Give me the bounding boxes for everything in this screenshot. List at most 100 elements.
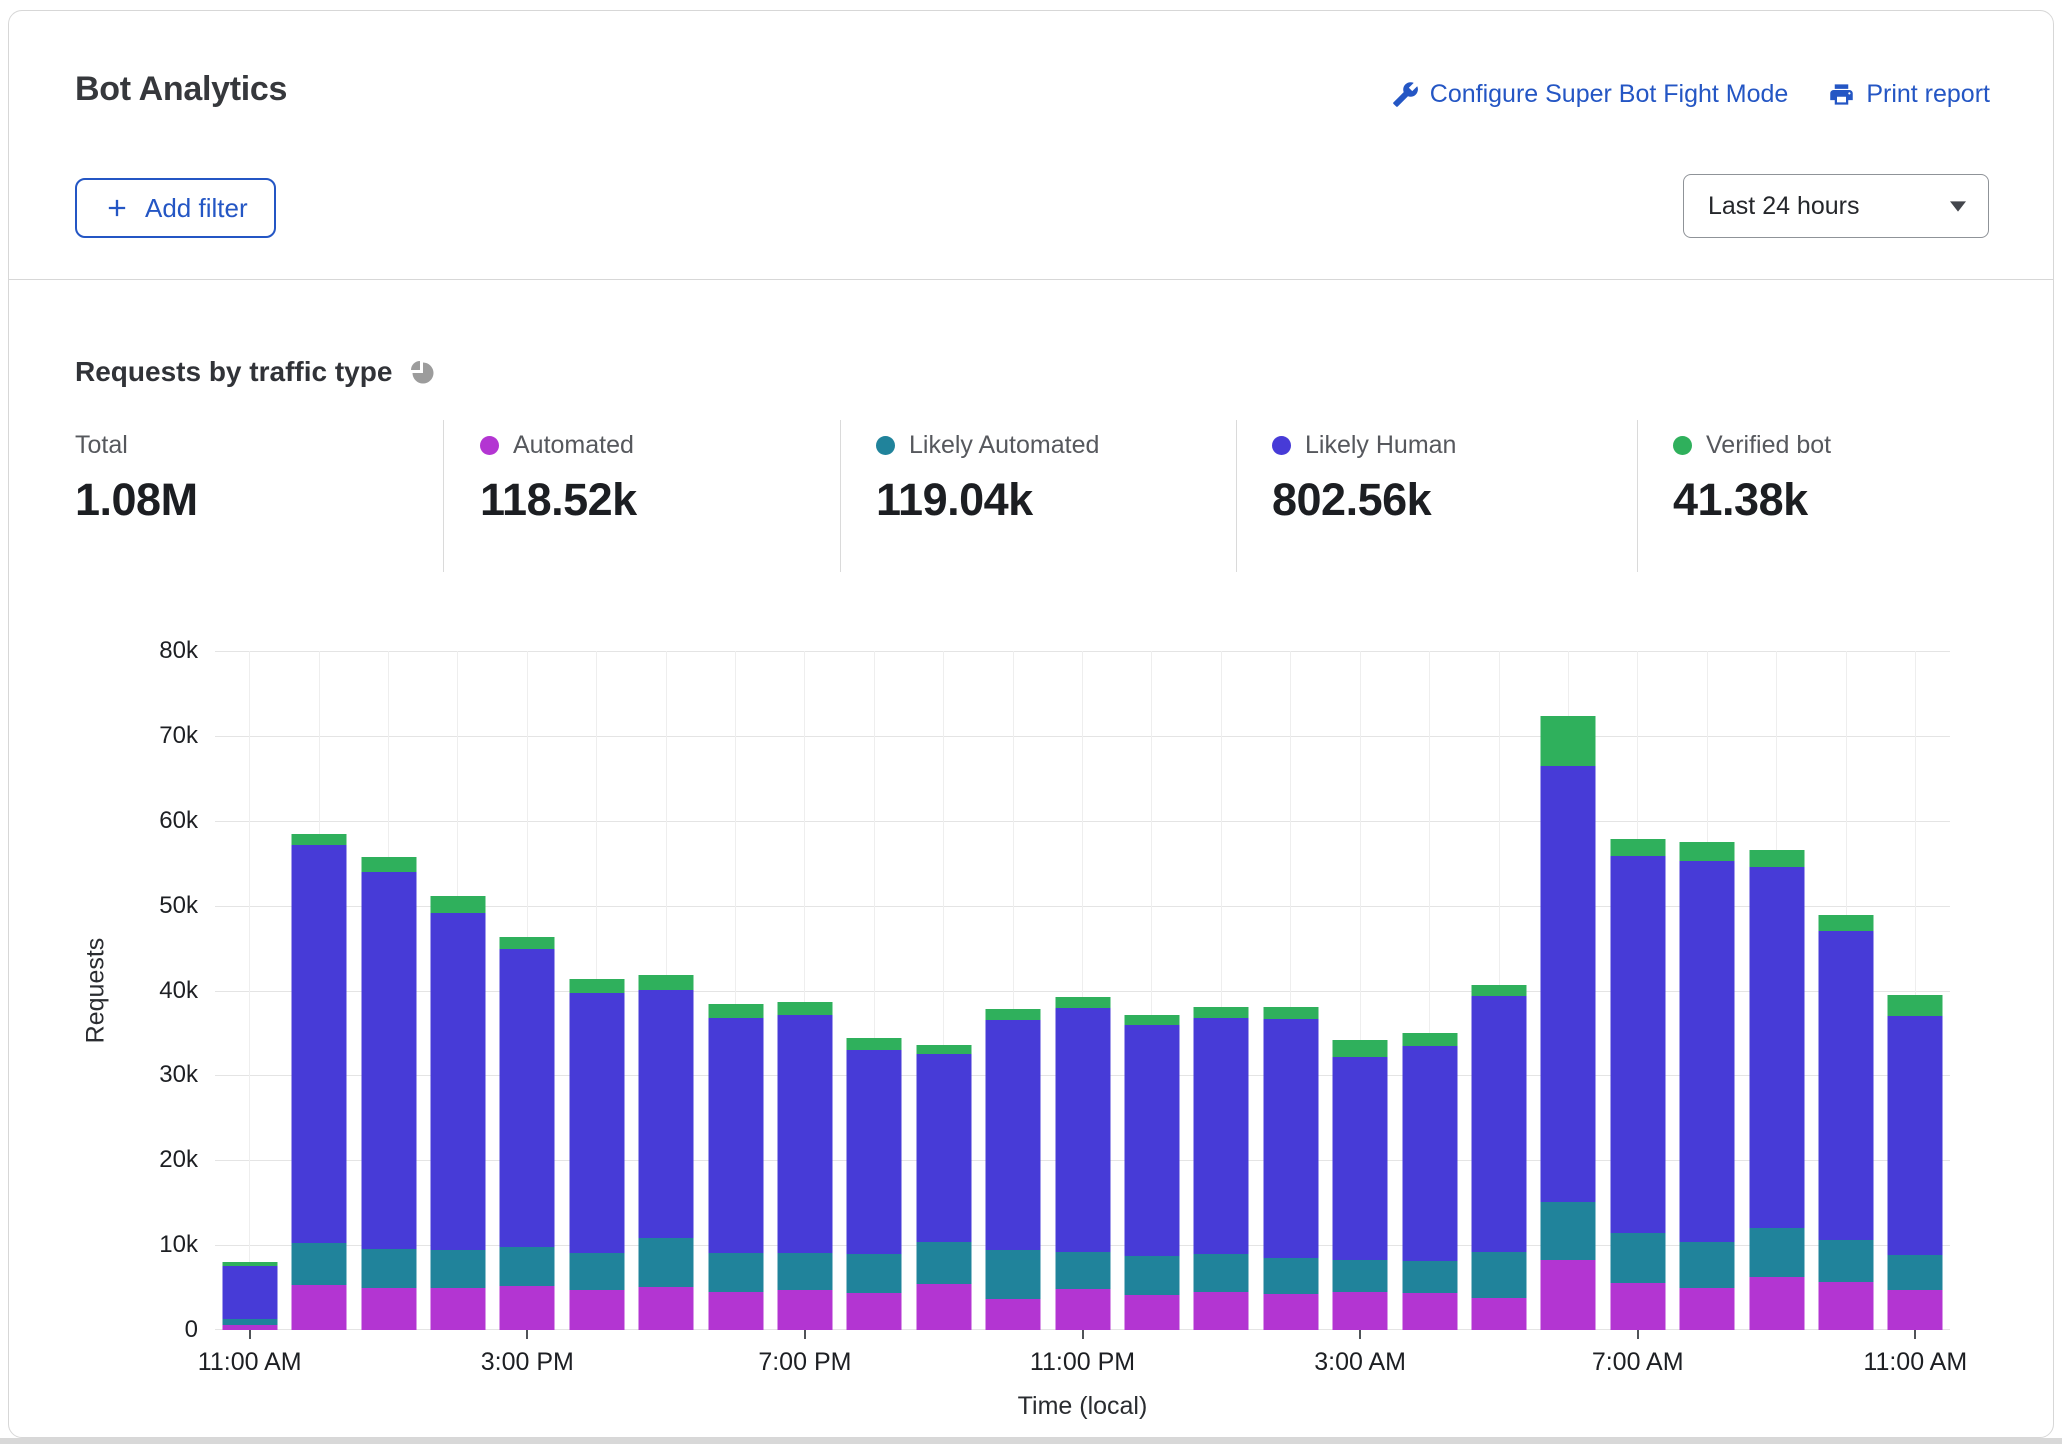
- bar-segment-likely_human[interactable]: [1333, 1057, 1388, 1260]
- bar-segment-likely_automated[interactable]: [1680, 1242, 1735, 1289]
- stacked-bar-4-00-am[interactable]: [1402, 1033, 1457, 1330]
- stacked-bar-1-00-am[interactable]: [1194, 1007, 1249, 1330]
- bar-segment-verified_bot[interactable]: [1888, 995, 1943, 1016]
- bar-segment-verified_bot[interactable]: [777, 1002, 832, 1016]
- bar-segment-likely_human[interactable]: [292, 845, 347, 1243]
- bar-segment-verified_bot[interactable]: [1819, 915, 1874, 931]
- stacked-bar-9-00-pm[interactable]: [916, 1045, 971, 1330]
- bar-segment-automated[interactable]: [1263, 1294, 1318, 1330]
- bar-segment-likely_human[interactable]: [639, 990, 694, 1239]
- bar-segment-likely_automated[interactable]: [1402, 1261, 1457, 1292]
- bar-segment-verified_bot[interactable]: [847, 1038, 902, 1050]
- bar-segment-likely_automated[interactable]: [1610, 1233, 1665, 1283]
- bar-segment-verified_bot[interactable]: [500, 937, 555, 949]
- stacked-bar-11-00-pm[interactable]: [1055, 997, 1110, 1330]
- bar-segment-verified_bot[interactable]: [708, 1004, 763, 1018]
- bar-segment-automated[interactable]: [1055, 1289, 1110, 1330]
- bar-segment-automated[interactable]: [708, 1292, 763, 1330]
- bar-segment-likely_human[interactable]: [222, 1266, 277, 1319]
- bar-segment-likely_human[interactable]: [708, 1018, 763, 1253]
- bar-segment-automated[interactable]: [1888, 1290, 1943, 1330]
- stacked-bar-2-00-pm[interactable]: [430, 896, 485, 1330]
- bar-segment-verified_bot[interactable]: [916, 1045, 971, 1054]
- stacked-bar-1-00-pm[interactable]: [361, 857, 416, 1330]
- bar-segment-automated[interactable]: [777, 1290, 832, 1330]
- bar-segment-verified_bot[interactable]: [639, 975, 694, 989]
- bar-segment-automated[interactable]: [1541, 1260, 1596, 1330]
- bar-segment-likely_automated[interactable]: [1888, 1255, 1943, 1290]
- bar-segment-likely_human[interactable]: [916, 1054, 971, 1242]
- bar-segment-automated[interactable]: [569, 1290, 624, 1330]
- bar-segment-likely_human[interactable]: [1541, 766, 1596, 1202]
- stacked-bar-7-00-am[interactable]: [1610, 839, 1665, 1330]
- bar-segment-likely_automated[interactable]: [986, 1250, 1041, 1299]
- bar-segment-verified_bot[interactable]: [1541, 716, 1596, 766]
- stacked-bar-12-00-am[interactable]: [1124, 1015, 1179, 1330]
- stacked-bar-11-00-am[interactable]: [222, 1262, 277, 1330]
- bar-segment-likely_human[interactable]: [1194, 1018, 1249, 1254]
- time-range-dropdown[interactable]: Last 24 hours: [1683, 174, 1989, 238]
- bar-segment-likely_human[interactable]: [430, 913, 485, 1250]
- bar-segment-likely_human[interactable]: [1402, 1046, 1457, 1262]
- bar-segment-verified_bot[interactable]: [1055, 997, 1110, 1008]
- bar-segment-verified_bot[interactable]: [1263, 1007, 1318, 1019]
- bar-segment-likely_human[interactable]: [1680, 861, 1735, 1242]
- stacked-bar-4-00-pm[interactable]: [569, 979, 624, 1330]
- bar-segment-likely_human[interactable]: [847, 1050, 902, 1255]
- bar-segment-likely_human[interactable]: [1124, 1025, 1179, 1256]
- bar-segment-likely_human[interactable]: [361, 872, 416, 1249]
- bar-segment-verified_bot[interactable]: [430, 896, 485, 913]
- bar-segment-likely_automated[interactable]: [361, 1249, 416, 1289]
- bar-segment-automated[interactable]: [1749, 1277, 1804, 1330]
- bar-segment-verified_bot[interactable]: [1680, 842, 1735, 861]
- bar-segment-likely_automated[interactable]: [1055, 1252, 1110, 1289]
- bar-segment-verified_bot[interactable]: [292, 834, 347, 846]
- stacked-bar-10-00-pm[interactable]: [986, 1009, 1041, 1330]
- bar-segment-verified_bot[interactable]: [361, 857, 416, 871]
- stacked-bar-6-00-am[interactable]: [1541, 716, 1596, 1330]
- stacked-bar-6-00-pm[interactable]: [708, 1004, 763, 1330]
- bar-segment-likely_human[interactable]: [1610, 856, 1665, 1234]
- bar-segment-verified_bot[interactable]: [1610, 839, 1665, 855]
- bar-segment-likely_human[interactable]: [1749, 867, 1804, 1229]
- bar-segment-verified_bot[interactable]: [1194, 1007, 1249, 1018]
- bar-segment-likely_human[interactable]: [777, 1015, 832, 1253]
- bar-segment-verified_bot[interactable]: [569, 979, 624, 993]
- stacked-bar-3-00-pm[interactable]: [500, 937, 555, 1330]
- configure-super-bot-fight-mode-link[interactable]: Configure Super Bot Fight Mode: [1392, 80, 1789, 109]
- bar-segment-likely_automated[interactable]: [292, 1243, 347, 1285]
- bar-segment-automated[interactable]: [361, 1288, 416, 1330]
- bar-segment-automated[interactable]: [1194, 1292, 1249, 1330]
- bar-segment-likely_automated[interactable]: [1263, 1258, 1318, 1294]
- bar-segment-automated[interactable]: [639, 1287, 694, 1330]
- bar-segment-likely_human[interactable]: [1819, 931, 1874, 1240]
- bar-segment-automated[interactable]: [986, 1299, 1041, 1330]
- stacked-bar-5-00-am[interactable]: [1472, 985, 1527, 1330]
- bar-segment-likely_automated[interactable]: [1749, 1228, 1804, 1277]
- stacked-bar-3-00-am[interactable]: [1333, 1040, 1388, 1330]
- bar-segment-likely_automated[interactable]: [639, 1238, 694, 1286]
- bar-segment-likely_automated[interactable]: [1819, 1240, 1874, 1282]
- stacked-bar-8-00-pm[interactable]: [847, 1038, 902, 1330]
- stacked-bar-8-00-am[interactable]: [1680, 842, 1735, 1330]
- bar-segment-likely_automated[interactable]: [1472, 1252, 1527, 1298]
- bar-segment-likely_human[interactable]: [1055, 1008, 1110, 1252]
- bar-segment-automated[interactable]: [1124, 1295, 1179, 1330]
- bar-segment-automated[interactable]: [292, 1285, 347, 1330]
- bar-segment-verified_bot[interactable]: [1402, 1033, 1457, 1046]
- bar-segment-automated[interactable]: [1680, 1288, 1735, 1330]
- add-filter-button[interactable]: Add filter: [75, 178, 276, 238]
- bar-segment-automated[interactable]: [1819, 1282, 1874, 1330]
- bar-segment-automated[interactable]: [916, 1284, 971, 1330]
- bar-segment-automated[interactable]: [430, 1288, 485, 1330]
- stacked-bar-11-00-am[interactable]: [1888, 995, 1943, 1330]
- bar-segment-automated[interactable]: [1333, 1292, 1388, 1330]
- bar-segment-likely_automated[interactable]: [1333, 1260, 1388, 1292]
- bar-segment-likely_automated[interactable]: [1124, 1256, 1179, 1295]
- bar-segment-likely_automated[interactable]: [1541, 1202, 1596, 1261]
- bar-segment-verified_bot[interactable]: [1124, 1015, 1179, 1025]
- bar-segment-likely_automated[interactable]: [916, 1242, 971, 1284]
- bar-segment-automated[interactable]: [1610, 1283, 1665, 1330]
- bar-segment-automated[interactable]: [847, 1293, 902, 1330]
- stacked-bar-9-00-am[interactable]: [1749, 850, 1804, 1330]
